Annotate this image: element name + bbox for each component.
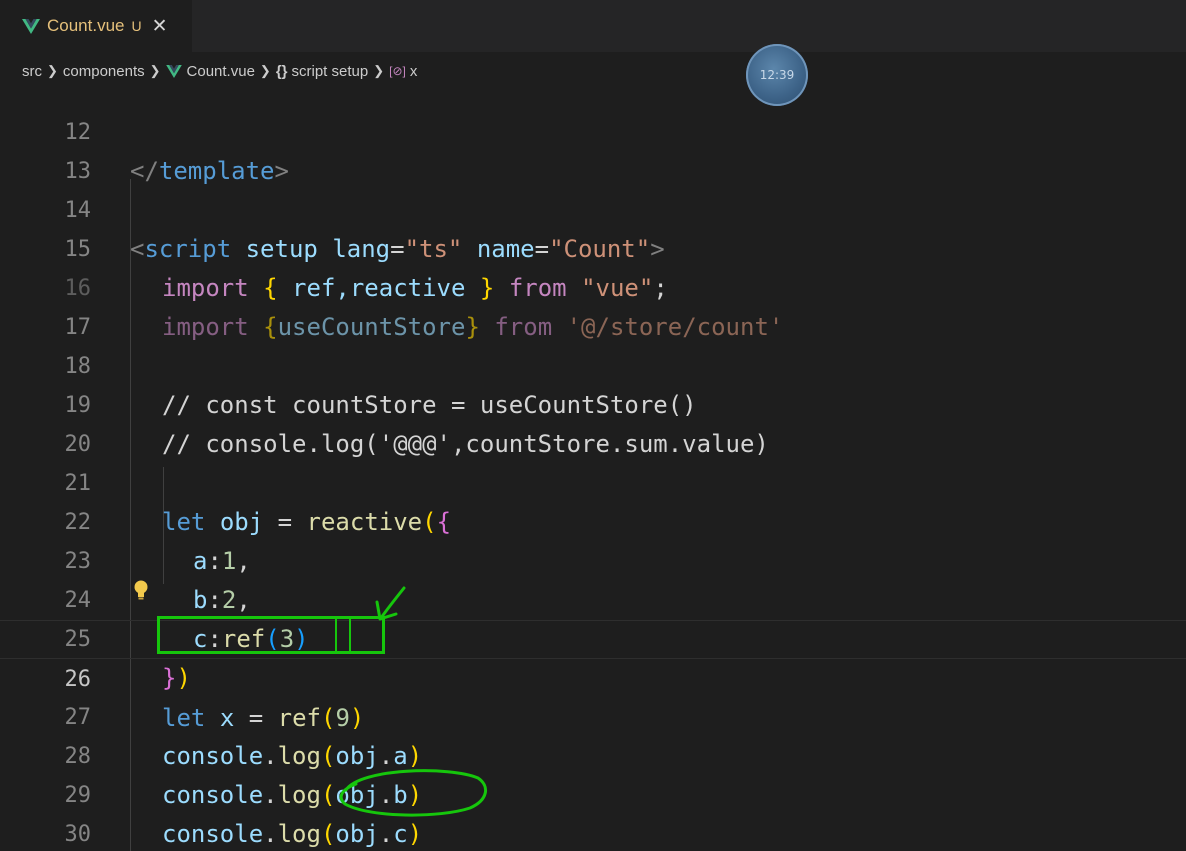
breadcrumb-item-file[interactable]: Count.vue: [187, 63, 255, 80]
vue-logo-icon: [165, 64, 182, 78]
variable-icon: [⊘]: [389, 64, 406, 78]
code-line[interactable]: 18 // const countStore = useCountStore(): [0, 308, 1186, 419]
code-line[interactable]: 16 import {useCountStore} from '@/store/…: [0, 230, 1186, 341]
code-line[interactable]: 28 console.log(obj.b): [0, 698, 1186, 809]
code-line[interactable]: 12 </template>: [0, 78, 1186, 185]
code-line[interactable]: 19 // console.log('@@@',countStore.sum.v…: [0, 347, 1186, 458]
code-editor[interactable]: 12 </template> 13 14 <script setup lang=…: [0, 78, 1186, 851]
code-line[interactable]: 27 console.log(obj.a): [0, 659, 1186, 770]
tab-count-vue[interactable]: Count.vue U ✕: [0, 0, 192, 52]
code-line[interactable]: 22 a:1,: [0, 464, 1186, 575]
code-line[interactable]: 31: [0, 815, 1186, 851]
code-line[interactable]: 14 <script setup lang="ts" name="Count">: [0, 152, 1186, 263]
chevron-right-icon: ❯: [373, 63, 385, 78]
chevron-right-icon: ❯: [149, 63, 161, 78]
code-line[interactable]: 17: [0, 269, 1186, 340]
breadcrumb-item-x[interactable]: x: [410, 63, 418, 80]
clock-overlay: 12:39: [746, 44, 808, 106]
breadcrumb-item-script-setup[interactable]: script setup: [292, 63, 369, 80]
braces-icon: {}: [275, 62, 288, 80]
vue-logo-icon: [22, 18, 40, 34]
lightbulb-icon[interactable]: [133, 580, 149, 600]
code-line[interactable]: 15 import { ref,reactive } from "vue";: [0, 191, 1186, 302]
chevron-right-icon: ❯: [47, 63, 58, 78]
code-line[interactable]: 13: [0, 113, 1186, 184]
chevron-right-icon: ❯: [259, 63, 271, 78]
tab-bar: Count.vue U ✕: [0, 0, 1186, 52]
code-line[interactable]: 23 b:2,: [0, 503, 1186, 614]
clock-time: 12:39: [759, 68, 795, 82]
code-line[interactable]: 21 let obj = reactive({: [0, 425, 1186, 536]
tab-status-badge: U: [131, 18, 142, 34]
breadcrumb-item-src[interactable]: src: [22, 63, 42, 80]
code-line[interactable]: 20: [0, 386, 1186, 457]
close-icon[interactable]: ✕: [152, 15, 168, 38]
code-line[interactable]: 24 c:ref(3): [0, 542, 1186, 653]
highlight-cursor-annotation: [335, 617, 351, 653]
tab-label: Count.vue: [47, 16, 125, 35]
code-line[interactable]: 25 }): [0, 581, 1186, 692]
code-line[interactable]: 29 console.log(obj.c): [0, 737, 1186, 848]
breadcrumb-item-components[interactable]: components: [63, 63, 145, 80]
code-line[interactable]: 30 console.log(x.value): [0, 776, 1186, 847]
